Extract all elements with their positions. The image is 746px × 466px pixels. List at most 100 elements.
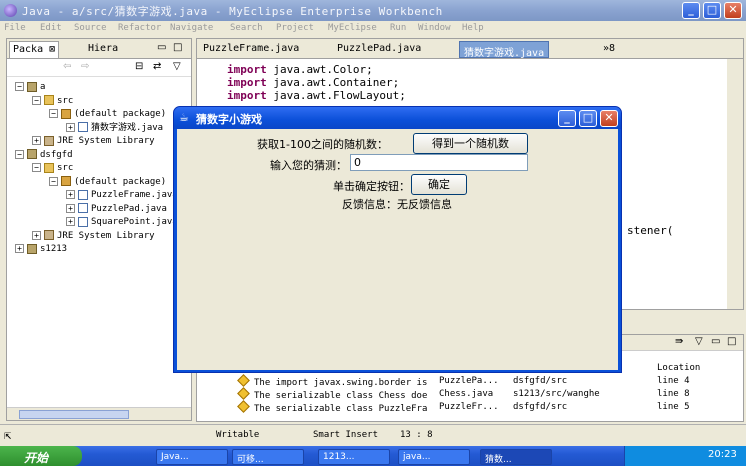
- view-menu-icon[interactable]: ▽: [173, 61, 181, 72]
- menu-search[interactable]: Search: [230, 23, 263, 33]
- collapse-icon[interactable]: −: [15, 82, 24, 91]
- menu-source[interactable]: Source: [74, 23, 107, 33]
- problem-resource: PuzzlePa...: [439, 376, 499, 386]
- menu-file[interactable]: File: [4, 23, 26, 33]
- problem-row[interactable]: The serializable class PuzzleFra: [237, 400, 427, 415]
- taskbar-item[interactable]: 猜数...: [480, 449, 552, 465]
- collapse-icon[interactable]: −: [15, 149, 24, 159]
- expand-icon[interactable]: +: [32, 136, 41, 145]
- minimize-button[interactable]: _: [682, 2, 700, 19]
- dialog-close-button[interactable]: ✕: [600, 110, 618, 127]
- tree-item[interactable]: + PuzzleFrame.java: [66, 189, 178, 202]
- proj-icon: [27, 243, 37, 254]
- warning-icon: [237, 374, 250, 387]
- tab-guess-game[interactable]: 猜数字游戏.java: [459, 41, 550, 59]
- start-button[interactable]: 开始: [0, 446, 82, 466]
- tree-item[interactable]: + JRE System Library: [32, 135, 155, 148]
- tab-overflow[interactable]: »8: [599, 41, 619, 58]
- link-editor-icon[interactable]: ⇄: [153, 61, 161, 72]
- vertical-scrollbar[interactable]: [727, 59, 743, 309]
- view-menu-icon[interactable]: ▽: [695, 336, 703, 347]
- expand-icon[interactable]: +: [32, 230, 41, 240]
- horizontal-scrollbar[interactable]: [7, 407, 191, 420]
- maximize-view-icon[interactable]: □: [173, 42, 182, 53]
- tree-item[interactable]: − (default package): [49, 176, 166, 189]
- close-button[interactable]: ✕: [724, 2, 742, 19]
- tree-item[interactable]: + PuzzlePad.java: [66, 203, 167, 216]
- expand-icon[interactable]: +: [66, 203, 75, 213]
- collapse-icon[interactable]: −: [49, 176, 58, 186]
- tree-item-label: SquarePoint.java: [91, 217, 178, 227]
- menu-project[interactable]: Project: [276, 23, 314, 33]
- maximize-button[interactable]: □: [703, 2, 721, 19]
- expand-icon[interactable]: +: [66, 190, 75, 199]
- forward-icon[interactable]: ⇨: [81, 61, 89, 72]
- confirm-button[interactable]: 确定: [411, 174, 467, 195]
- dialog-minimize-button[interactable]: _: [558, 110, 576, 127]
- problem-row[interactable]: The import javax.swing.border is: [237, 374, 427, 389]
- code-line: import java.awt.Container;: [227, 76, 400, 89]
- problem-row[interactable]: The serializable class Chess doe: [237, 387, 427, 402]
- guess-label: 输入您的猜测：: [270, 159, 347, 172]
- tree-item[interactable]: + s1213: [15, 243, 67, 256]
- problem-resource: Chess.java: [439, 389, 494, 399]
- menu-help[interactable]: Help: [462, 23, 484, 33]
- pkg-icon: [61, 108, 71, 119]
- collapse-icon[interactable]: −: [32, 95, 41, 105]
- filter-icon[interactable]: ⇛: [675, 336, 683, 347]
- expand-icon[interactable]: +: [15, 244, 24, 253]
- menu-edit[interactable]: Edit: [40, 23, 62, 33]
- tree-item[interactable]: − dsfgfd: [15, 149, 73, 162]
- taskbar-item[interactable]: 可移...: [232, 449, 304, 465]
- collapse-icon[interactable]: −: [32, 163, 41, 172]
- tree-item-label: PuzzlePad.java: [91, 203, 167, 214]
- tab-puzzleframe[interactable]: PuzzleFrame.java: [199, 41, 303, 58]
- dialog-body: 获取1-100之间的随机数： 得到一个随机数 输入您的猜测： 0 单击确定按钮：…: [177, 129, 618, 370]
- tree-item[interactable]: − src: [32, 95, 73, 108]
- tree-item[interactable]: + 猜数字游戏.java: [66, 122, 163, 135]
- java-icon: [78, 189, 88, 200]
- tab-puzzlepad[interactable]: PuzzlePad.java: [333, 41, 425, 58]
- minimize-view-icon[interactable]: ▭: [157, 42, 166, 53]
- folder-icon: [44, 162, 54, 173]
- tab-hierarchy[interactable]: Hiera: [85, 41, 121, 58]
- tree-item[interactable]: − a: [15, 81, 45, 94]
- tree-item-label: (default package): [74, 176, 167, 187]
- menu-run[interactable]: Run: [390, 23, 406, 33]
- code-line: import java.awt.FlowLayout;: [227, 89, 406, 102]
- editor-tabs: PuzzleFrame.java PuzzlePad.java 猜数字游戏.ja…: [197, 39, 743, 59]
- minimize-view-icon[interactable]: ▭: [711, 336, 720, 347]
- dialog-title-bar[interactable]: ☕ 猜数字小游戏 _ □ ✕: [174, 107, 621, 129]
- location-header: Location: [657, 363, 701, 373]
- expand-icon[interactable]: +: [66, 217, 75, 226]
- get-random-button[interactable]: 得到一个随机数: [413, 133, 528, 154]
- tree-item-label: src: [57, 163, 74, 173]
- taskbar-item[interactable]: 1213...: [318, 449, 390, 465]
- guess-game-dialog: ☕ 猜数字小游戏 _ □ ✕ 获取1-100之间的随机数： 得到一个随机数 输入…: [173, 106, 622, 373]
- collapse-icon[interactable]: −: [49, 109, 58, 118]
- taskbar-item[interactable]: java...: [398, 449, 470, 465]
- scroll-thumb[interactable]: [19, 410, 129, 419]
- menu-refactor[interactable]: Refactor: [118, 23, 161, 33]
- menu-myeclipse[interactable]: MyEclipse: [328, 23, 377, 33]
- pkg-icon: [61, 176, 71, 186]
- tree-item[interactable]: + SquarePoint.java: [66, 216, 178, 229]
- guess-input[interactable]: 0: [350, 154, 528, 171]
- tree-item[interactable]: + JRE System Library: [32, 230, 155, 243]
- tree-item[interactable]: − src: [32, 162, 73, 175]
- tab-package-explorer[interactable]: Packa ⊠: [9, 41, 60, 58]
- random-label: 获取1-100之间的随机数：: [257, 138, 388, 151]
- collapse-all-icon[interactable]: ⊟: [135, 61, 143, 72]
- back-icon[interactable]: ⇦: [63, 61, 71, 72]
- menu-navigate[interactable]: Navigate: [170, 23, 213, 33]
- menu-window[interactable]: Window: [418, 23, 451, 33]
- expand-icon[interactable]: +: [66, 122, 75, 132]
- taskbar-item[interactable]: Java...: [156, 449, 228, 465]
- fast-view-icon[interactable]: ⇱: [4, 428, 11, 442]
- maximize-view-icon[interactable]: □: [727, 336, 736, 347]
- dialog-maximize-button[interactable]: □: [579, 110, 597, 127]
- left-tabs: Packa ⊠ Hiera ▭ □: [7, 39, 191, 59]
- tree-item-label: JRE System Library: [57, 230, 155, 241]
- clock: 20:23: [708, 449, 737, 460]
- tree-item[interactable]: − (default package): [49, 108, 166, 121]
